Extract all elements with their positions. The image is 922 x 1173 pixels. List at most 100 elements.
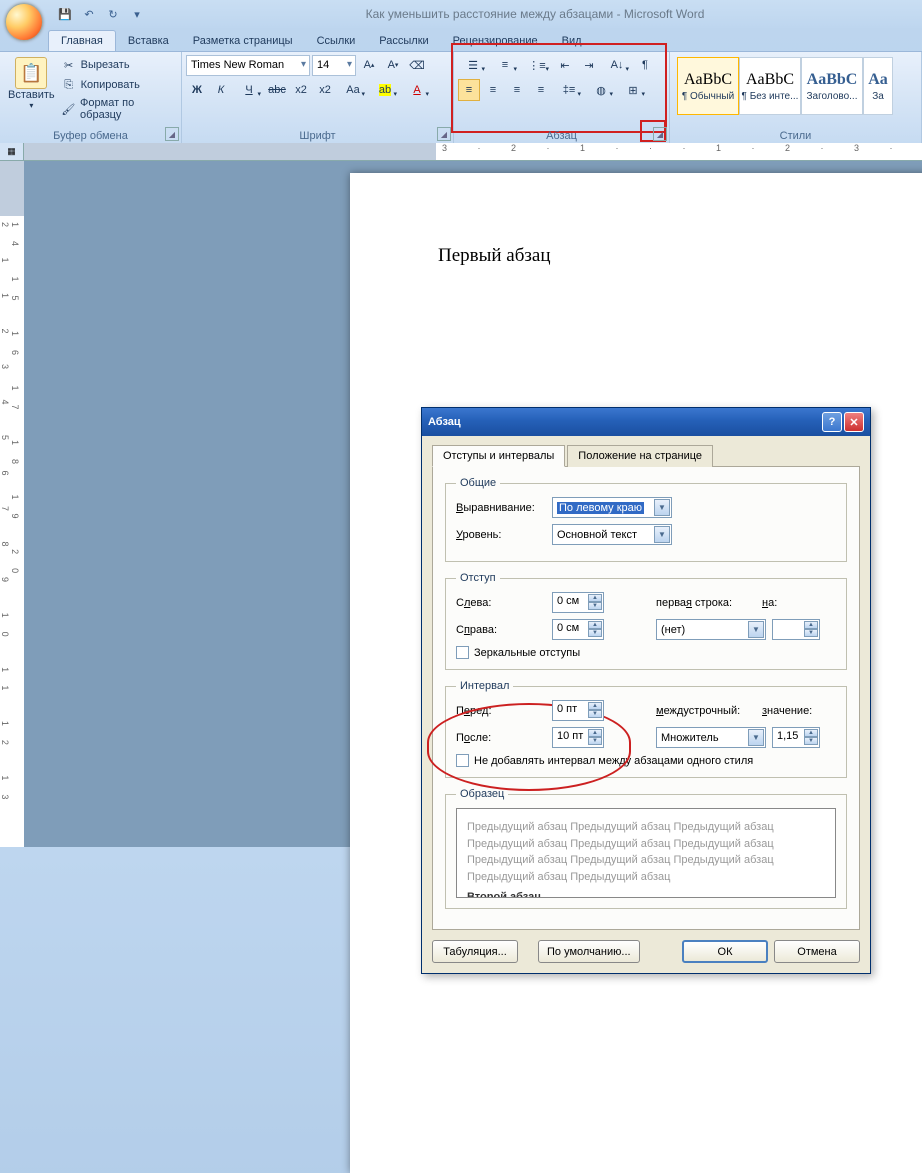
mirror-indents-checkbox[interactable]: Зеркальные отступы xyxy=(456,646,836,659)
format-painter-button[interactable]: 🖌Формат по образцу xyxy=(59,96,177,122)
spin-up-icon[interactable]: ▲ xyxy=(588,729,602,737)
linespacing-combo[interactable]: Множитель ▼ xyxy=(656,727,766,748)
dialog-titlebar[interactable]: Абзац ? ✕ xyxy=(422,408,870,436)
spacing-before-spinner[interactable]: 0 пт ▲▼ xyxy=(552,700,604,721)
tab-line-page-breaks[interactable]: Положение на странице xyxy=(567,445,713,467)
spin-up-icon[interactable]: ▲ xyxy=(804,729,818,737)
redo-icon[interactable]: ↻ xyxy=(102,3,124,25)
subscript-button[interactable]: x2 xyxy=(290,79,312,101)
align-center-button[interactable]: ≡ xyxy=(482,79,504,101)
sort-button[interactable]: A↓ xyxy=(602,54,632,76)
save-icon[interactable]: 💾 xyxy=(54,3,76,25)
chevron-down-icon[interactable]: ▼ xyxy=(748,621,764,638)
tab-references[interactable]: Ссылки xyxy=(305,31,368,51)
style-normal[interactable]: AaBbC ¶ Обычный xyxy=(677,57,739,115)
strikethrough-button[interactable]: abc xyxy=(266,79,288,101)
paragraph-launcher[interactable]: ◢ xyxy=(653,127,667,141)
group-font: Times New Roman 14 A▴ A▾ ⌫ Ж К Ч abc x2 … xyxy=(182,52,454,143)
style-heading2[interactable]: Aa За xyxy=(863,57,893,115)
spin-down-icon[interactable]: ▼ xyxy=(588,602,602,610)
tab-home[interactable]: Главная xyxy=(48,30,116,51)
show-marks-button[interactable]: ¶ xyxy=(634,54,656,76)
paragraph-1[interactable]: Первый абзац xyxy=(438,245,922,267)
bold-button[interactable]: Ж xyxy=(186,79,208,101)
cancel-button[interactable]: Отмена xyxy=(774,940,860,963)
qat-customize-icon[interactable]: ▾ xyxy=(126,3,148,25)
style-no-spacing[interactable]: AaBbC ¶ Без инте... xyxy=(739,57,801,115)
spin-up-icon[interactable]: ▲ xyxy=(588,702,602,710)
justify-button[interactable]: ≡ xyxy=(530,79,552,101)
grow-font-button[interactable]: A▴ xyxy=(358,54,380,76)
font-launcher[interactable]: ◢ xyxy=(437,127,451,141)
align-right-button[interactable]: ≡ xyxy=(506,79,528,101)
dialog-help-button[interactable]: ? xyxy=(822,412,842,432)
office-button[interactable] xyxy=(5,3,43,41)
chevron-down-icon[interactable]: ▼ xyxy=(654,526,670,543)
highlight-button[interactable]: ab xyxy=(370,79,400,101)
eraser-icon: ⌫ xyxy=(409,59,425,72)
tab-mailings[interactable]: Рассылки xyxy=(367,31,440,51)
font-color-button[interactable]: A xyxy=(402,79,432,101)
ok-button[interactable]: ОК xyxy=(682,940,768,963)
shading-button[interactable]: ◍ xyxy=(586,79,616,101)
alignment-value: По левому краю xyxy=(557,502,644,514)
bullets-button[interactable]: ☰ xyxy=(458,54,488,76)
scissors-icon: ✂ xyxy=(61,57,77,73)
tab-indents-spacing[interactable]: Отступы и интервалы xyxy=(432,445,565,467)
ruler-corner[interactable]: ▦ xyxy=(0,143,24,160)
indent-by-spinner[interactable]: ▲▼ xyxy=(772,619,820,640)
spin-down-icon[interactable]: ▼ xyxy=(804,737,818,745)
copy-icon: ⎘ xyxy=(61,77,77,93)
italic-button[interactable]: К xyxy=(210,79,232,101)
tab-review[interactable]: Рецензирование xyxy=(441,31,550,51)
style-heading1[interactable]: AaBbC Заголово... xyxy=(801,57,863,115)
font-name-combo[interactable]: Times New Roman xyxy=(186,55,310,76)
alignment-combo[interactable]: По левому краю ▼ xyxy=(552,497,672,518)
indent-left-spinner[interactable]: 0 см ▲▼ xyxy=(552,592,604,613)
undo-icon[interactable]: ↶ xyxy=(78,3,100,25)
cut-button[interactable]: ✂Вырезать xyxy=(59,56,177,74)
default-button[interactable]: По умолчанию... xyxy=(538,940,640,963)
spacing-at-spinner[interactable]: 1,15 ▲▼ xyxy=(772,727,820,748)
tabs-button[interactable]: Табуляция... xyxy=(432,940,518,963)
firstline-combo[interactable]: (нет) ▼ xyxy=(656,619,766,640)
spin-up-icon[interactable]: ▲ xyxy=(588,621,602,629)
spin-down-icon[interactable]: ▼ xyxy=(588,737,602,745)
underline-button[interactable]: Ч xyxy=(234,79,264,101)
copy-button[interactable]: ⎘Копировать xyxy=(59,76,177,94)
style-preview: AaBbC xyxy=(807,71,858,89)
increase-indent-button[interactable]: ⇥ xyxy=(578,54,600,76)
spin-down-icon[interactable]: ▼ xyxy=(588,629,602,637)
shrink-font-button[interactable]: A▾ xyxy=(382,54,404,76)
spin-up-icon[interactable]: ▲ xyxy=(588,594,602,602)
no-space-same-style-checkbox[interactable]: Не добавлять интервал между абзацами одн… xyxy=(456,754,836,767)
spacing-at-value: 1,15 xyxy=(777,730,798,742)
chevron-down-icon[interactable]: ▼ xyxy=(654,499,670,516)
chevron-down-icon[interactable]: ▼ xyxy=(748,729,764,746)
dialog-close-button[interactable]: ✕ xyxy=(844,412,864,432)
font-size-combo[interactable]: 14 xyxy=(312,55,356,76)
clipboard-launcher[interactable]: ◢ xyxy=(165,127,179,141)
vertical-ruler[interactable]: 2 1 1 2 3 4 5 6 7 8 9 10 11 12 13 14 15 … xyxy=(0,161,24,847)
indent-right-spinner[interactable]: 0 см ▲▼ xyxy=(552,619,604,640)
paste-button[interactable]: 📋 Вставить ▾ xyxy=(4,54,59,124)
multilevel-button[interactable]: ⋮≡ xyxy=(522,54,552,76)
spin-down-icon[interactable]: ▼ xyxy=(804,629,818,637)
spacing-after-spinner[interactable]: 10 пт ▲▼ xyxy=(552,727,604,748)
spin-up-icon[interactable]: ▲ xyxy=(804,621,818,629)
superscript-button[interactable]: x2 xyxy=(314,79,336,101)
numbering-button[interactable]: ≡ xyxy=(490,54,520,76)
outline-level-combo[interactable]: Основной текст ▼ xyxy=(552,524,672,545)
clear-formatting-button[interactable]: ⌫ xyxy=(406,54,428,76)
tab-page-layout[interactable]: Разметка страницы xyxy=(181,31,305,51)
tab-view[interactable]: Вид xyxy=(550,31,594,51)
spin-down-icon[interactable]: ▼ xyxy=(588,710,602,718)
horizontal-ruler[interactable]: ▦ 3 · 2 · 1 · · · 1 · 2 · 3 · 4 · 5 · 6 … xyxy=(0,143,922,161)
change-case-button[interactable]: Aa xyxy=(338,79,368,101)
borders-button[interactable]: ⊞ xyxy=(618,79,648,101)
decrease-indent-button[interactable]: ⇤ xyxy=(554,54,576,76)
fieldset-indent: Отступ Слева: 0 см ▲▼ первая строка: на:… xyxy=(445,572,847,670)
tab-insert[interactable]: Вставка xyxy=(116,31,181,51)
align-left-button[interactable]: ≡ xyxy=(458,79,480,101)
line-spacing-button[interactable]: ‡≡ xyxy=(554,79,584,101)
